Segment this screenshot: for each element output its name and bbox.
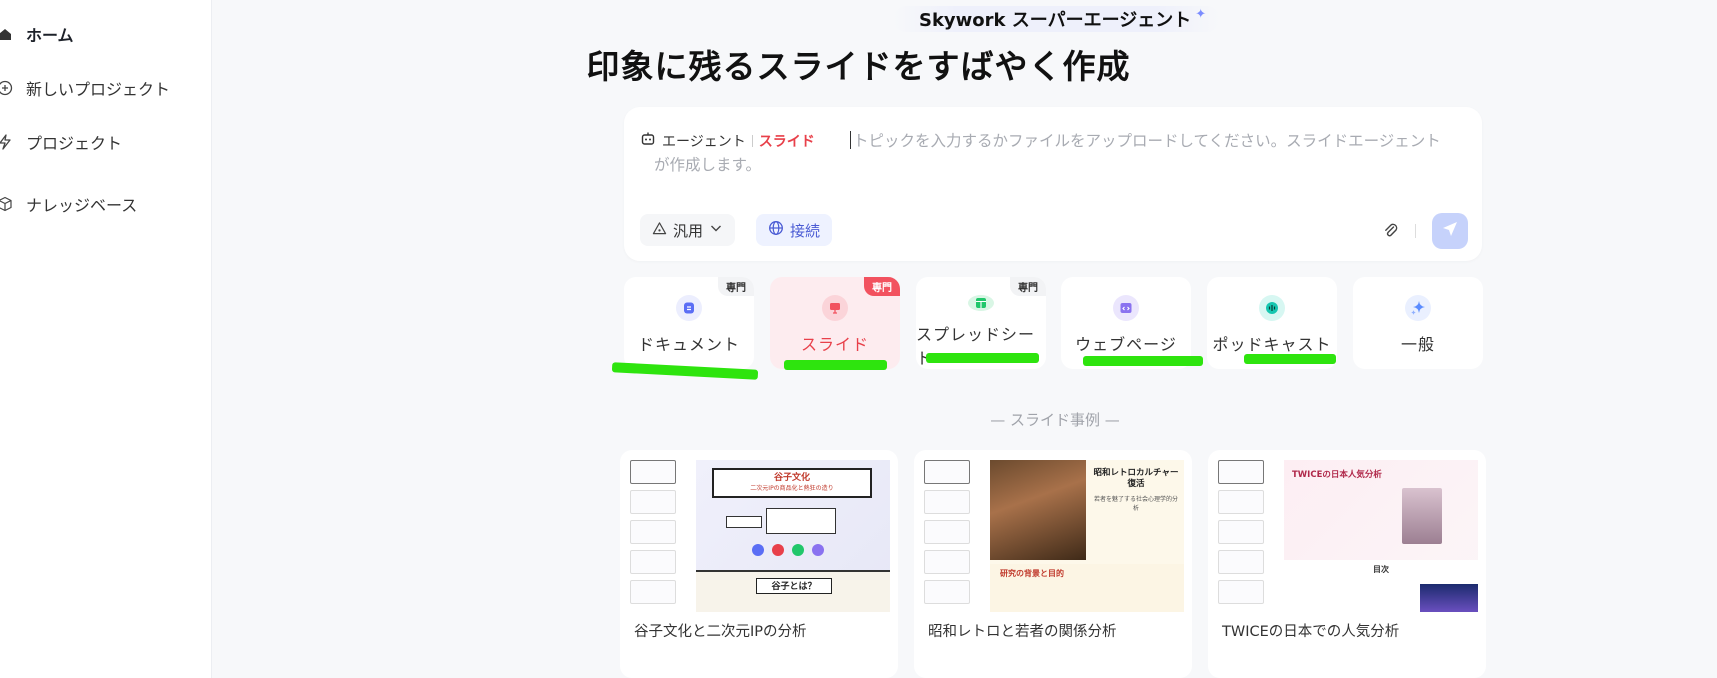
example-title: TWICEの日本での人気分析	[1222, 624, 1400, 640]
webpage-icon	[1113, 295, 1139, 321]
examples-section-title: — スライド事例 —	[990, 411, 1120, 429]
prompt-input-card: エージェント スライド トピックを入力するかファイルをアップロードしてください。…	[624, 107, 1482, 261]
connect-label: 接続	[790, 221, 821, 240]
preview-title-box: 谷子文化 二次元IPの商品化と熱狂の造り	[712, 468, 872, 498]
sparkle-icon	[1405, 295, 1431, 321]
sidebar-item-label: プロジェクト	[26, 134, 123, 153]
pro-badge: 専門	[864, 277, 900, 296]
slide-thumbnail	[924, 520, 970, 544]
preview-heading: TWICEの日本人気分析	[1292, 470, 1382, 480]
slide-thumbnail	[1218, 490, 1264, 514]
presentation-icon	[822, 295, 848, 321]
slide-thumbnail	[924, 580, 970, 604]
send-button[interactable]	[1432, 213, 1468, 249]
text-cursor	[850, 131, 851, 149]
preview-heading2: 谷子とは？	[756, 578, 832, 594]
slide-thumbnail	[630, 490, 676, 514]
type-card-general[interactable]: 一般	[1353, 277, 1483, 369]
example-card[interactable]: 谷子文化 二次元IPの商品化と熱狂の造り 谷子とは？ 谷子文化と二次元IPの分析	[620, 450, 898, 678]
highlight-mark	[784, 360, 887, 370]
sidebar-item-projects[interactable]: プロジェクト	[0, 130, 122, 154]
slide-thumbnail	[924, 490, 970, 514]
preview-photo	[1420, 584, 1478, 612]
slide-thumbnail	[630, 580, 676, 604]
slide-thumbnail	[630, 460, 676, 484]
preview-subheading: 若者を魅了する社会心理学的分析	[1094, 496, 1179, 512]
example-title: 昭和レトロと若者の関係分析	[928, 624, 1117, 640]
slide-preview: 昭和レトロカルチャー復活 若者を魅了する社会心理学的分析 研究の背景と目的	[990, 460, 1184, 612]
preview-dot	[812, 544, 824, 556]
slide-thumbnail-strip	[924, 460, 974, 612]
chevron-down-icon	[709, 221, 723, 239]
slide-preview: 谷子文化 二次元IPの商品化と熱狂の造り 谷子とは？	[696, 460, 890, 612]
slide-thumbnail-strip	[630, 460, 680, 612]
preview-label-box	[726, 516, 762, 528]
type-label: ドキュメント	[637, 335, 740, 354]
preview-photo	[1402, 488, 1442, 544]
type-card-slides[interactable]: 専門 スライド	[770, 277, 900, 369]
example-card[interactable]: TWICEの日本人気分析 目次 TWICEの日本での人気分析	[1208, 450, 1486, 678]
example-title: 谷子文化と二次元IPの分析	[634, 624, 807, 640]
examples-section-label: スライド事例	[1009, 411, 1100, 429]
toolbar-divider	[1415, 224, 1416, 238]
lightning-icon	[0, 133, 14, 151]
podcast-icon	[1259, 295, 1285, 321]
highlight-mark	[926, 353, 1039, 363]
send-icon	[1441, 220, 1459, 242]
preview-dot	[792, 544, 804, 556]
general-mode-button[interactable]: 汎用	[640, 214, 736, 246]
globe-icon	[768, 220, 784, 240]
preview-dot	[752, 544, 764, 556]
sidebar: ホーム 新しいプロジェクト プロジェクト ナレッジベース	[0, 0, 212, 678]
general-mode-label: 汎用	[673, 221, 704, 240]
preview-heading2: 目次	[1373, 565, 1389, 574]
slide-thumbnail	[1218, 580, 1264, 604]
sparkle-icon: ✦	[1195, 6, 1207, 22]
slide-thumbnail	[630, 520, 676, 544]
preview-section: 目次	[1284, 560, 1478, 612]
slide-thumbnail	[924, 460, 970, 484]
preview-section: 研究の背景と目的	[990, 564, 1184, 612]
type-label: ポッドキャスト	[1212, 335, 1332, 354]
preview-heading2: 研究の背景と目的	[1000, 569, 1064, 578]
sidebar-item-label: ナレッジベース	[26, 196, 138, 215]
type-label: スライド	[800, 335, 869, 354]
page-title: 印象に残るスライドをすばやく作成	[586, 47, 1131, 86]
slide-thumbnail	[1218, 460, 1264, 484]
connect-button[interactable]: 接続	[756, 214, 833, 246]
slide-thumbnail	[924, 550, 970, 574]
pro-badge: 専門	[718, 277, 754, 296]
agent-badge: Skywork スーパーエージェント ✦	[893, 6, 1221, 32]
preview-section: 谷子とは？	[696, 570, 890, 612]
slide-thumbnail	[1218, 520, 1264, 544]
highlight-mark	[1083, 356, 1203, 366]
preview-heading: 谷子文化	[773, 473, 810, 483]
slide-thumbnail	[1218, 550, 1264, 574]
pro-badge: 専門	[1010, 277, 1046, 296]
slide-thumbnail	[630, 550, 676, 574]
highlight-mark	[1244, 354, 1336, 364]
agent-badge-label: Skywork スーパーエージェント	[919, 10, 1192, 31]
slide-thumbnail-strip	[1218, 460, 1268, 612]
preview-subheading: 二次元IPの商品化と熱狂の造り	[750, 485, 834, 492]
triangle-icon	[652, 221, 667, 240]
type-label: 一般	[1400, 335, 1435, 354]
example-card[interactable]: 昭和レトロカルチャー復活 若者を魅了する社会心理学的分析 研究の背景と目的 昭和…	[914, 450, 1192, 678]
preview-dot	[772, 544, 784, 556]
prompt-placeholder: トピックを入力するかファイルをアップロードしてください。スライドエージェントが作…	[654, 132, 1441, 174]
spreadsheet-icon	[968, 295, 994, 311]
sidebar-item-knowledge-base[interactable]: ナレッジベース	[0, 192, 137, 216]
preview-heading: 昭和レトロカルチャー復活	[1093, 468, 1179, 489]
type-label: ウェブページ	[1075, 335, 1177, 354]
preview-photo	[990, 460, 1086, 560]
document-icon	[676, 295, 702, 321]
cube-icon	[0, 195, 14, 213]
attach-icon[interactable]	[1380, 220, 1402, 242]
slide-preview: TWICEの日本人気分析 目次	[1284, 460, 1478, 612]
type-card-document[interactable]: 専門 ドキュメント	[624, 277, 754, 369]
preview-speech-bubble	[766, 508, 836, 534]
prompt-input[interactable]: トピックを入力するかファイルをアップロードしてください。スライドエージェントが作…	[654, 129, 1454, 177]
